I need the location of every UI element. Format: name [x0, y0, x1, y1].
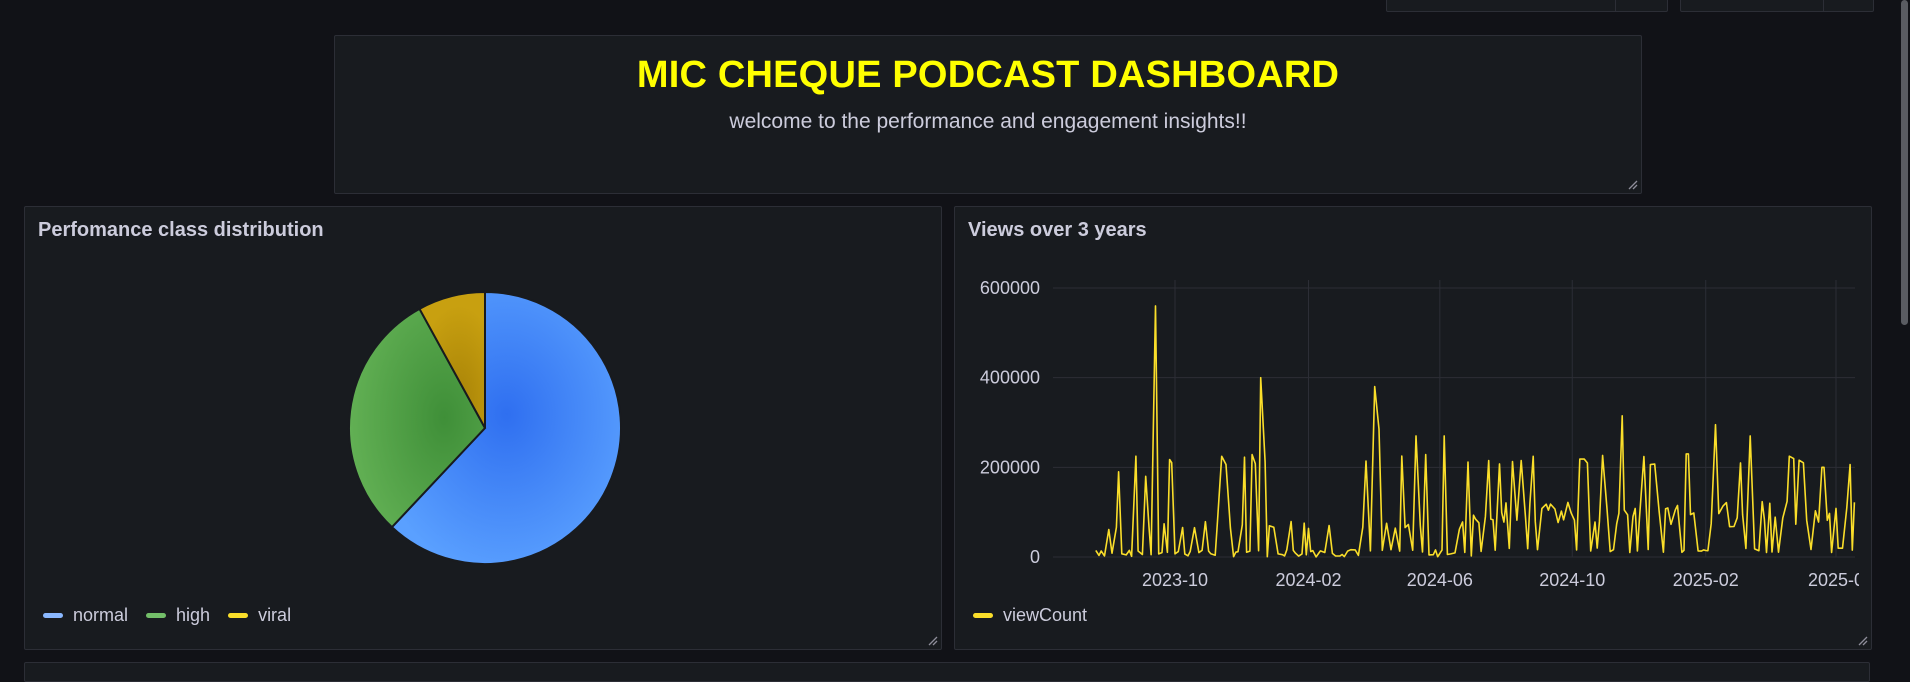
pie-legend: normal high viral: [43, 605, 291, 626]
line-legend: viewCount: [973, 605, 1087, 626]
y-tick-label: 0: [1030, 547, 1040, 567]
legend-swatch-normal: [43, 613, 63, 618]
x-tick-label: 2025-02: [1673, 570, 1739, 590]
page-title: MIC CHEQUE PODCAST DASHBOARD: [636, 54, 1340, 96]
x-tick-label: 2023-10: [1142, 570, 1208, 590]
legend-item-high[interactable]: high: [146, 605, 210, 626]
pie-chart-panel: Perfomance class distribution normal hig…: [24, 206, 942, 650]
next-panel: [24, 662, 1870, 682]
resize-handle-icon[interactable]: [926, 634, 938, 646]
pie-chart: [348, 290, 622, 565]
legend-item-normal[interactable]: normal: [43, 605, 128, 626]
x-tick-label: 2024-06: [1407, 570, 1473, 590]
series-line-viewcount: [1095, 305, 1856, 558]
legend-swatch-viewcount: [973, 613, 993, 618]
legend-label-viewcount: viewCount: [1003, 605, 1088, 625]
legend-swatch-viral: [228, 613, 249, 618]
time-range-picker[interactable]: [1386, 0, 1668, 12]
line-chart: 600000 400000 200000 0 2023-10 2024-02 2024-0…: [980, 278, 1864, 590]
x-tick-label: 2024-10: [1539, 570, 1605, 590]
scrollbar[interactable]: [1899, 0, 1910, 674]
scrollbar-thumb[interactable]: [1901, 0, 1908, 325]
legend-label-viral: viral: [258, 605, 292, 625]
page-subtitle: welcome to the performance and engagemen…: [729, 110, 1247, 133]
resize-handle-icon[interactable]: [1856, 634, 1868, 646]
header-panel: MIC CHEQUE PODCAST DASHBOARD welcome to …: [334, 35, 1642, 194]
line-chart-panel: Views over 3 years 600000 400000 200000 0 2…: [954, 206, 1872, 650]
resize-handle-icon[interactable]: [1626, 178, 1638, 190]
legend-swatch-high: [146, 613, 167, 618]
legend-item-viral[interactable]: viral: [228, 605, 291, 626]
y-tick-label: 200000: [980, 457, 1040, 477]
legend-item-viewcount[interactable]: viewCount: [973, 605, 1087, 626]
refresh-picker[interactable]: [1680, 0, 1874, 12]
x-tick-label: 2024-02: [1275, 570, 1341, 590]
legend-label-normal: normal: [73, 605, 129, 625]
y-tick-label: 600000: [980, 278, 1040, 298]
x-tick-label: 2025-0: [1808, 570, 1864, 590]
legend-label-high: high: [176, 605, 211, 625]
y-tick-label: 400000: [980, 368, 1040, 388]
